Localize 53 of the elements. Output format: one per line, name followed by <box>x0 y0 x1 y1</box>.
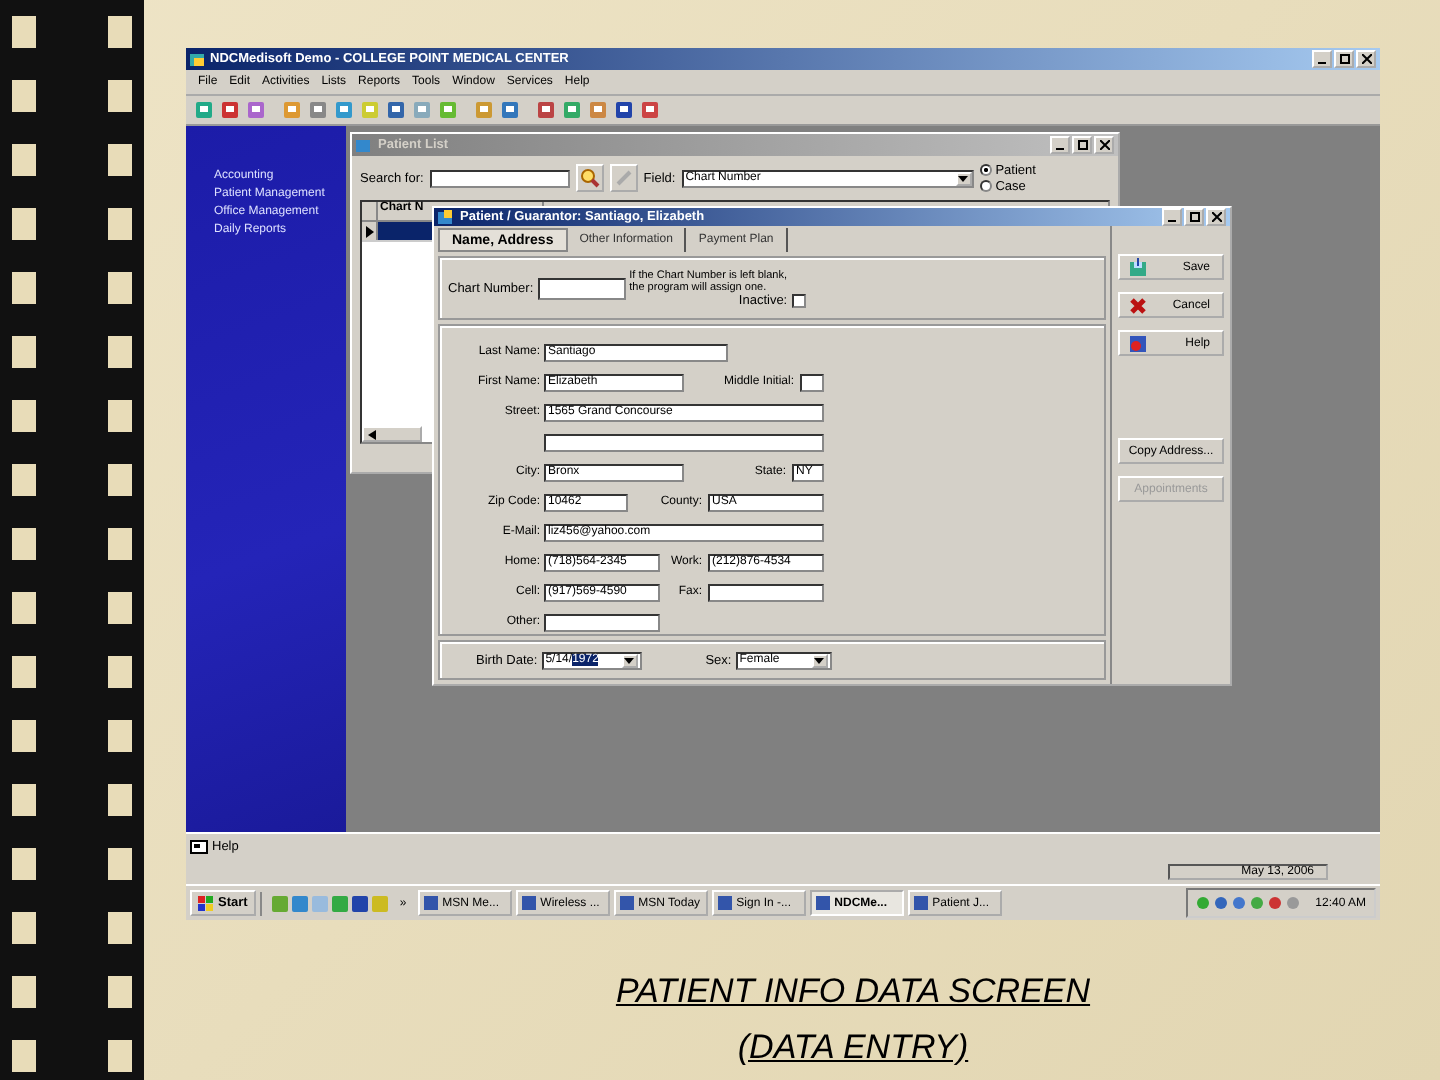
program-icon <box>620 896 635 910</box>
toolbar-button[interactable] <box>384 98 408 122</box>
close-icon <box>1211 212 1221 222</box>
input-field[interactable] <box>544 613 660 631</box>
program-icon <box>914 896 929 910</box>
caret-icon <box>624 657 635 663</box>
toolbar-button[interactable] <box>498 98 522 122</box>
maximize-button[interactable] <box>1184 208 1204 226</box>
program-icon <box>522 896 537 910</box>
window-icon <box>438 209 454 225</box>
toolbar-button[interactable] <box>244 98 268 122</box>
search-button[interactable] <box>575 164 604 192</box>
maximize-icon <box>1339 54 1349 64</box>
toolbar-button[interactable] <box>638 98 662 122</box>
help-icon <box>190 839 208 853</box>
dropdown-button[interactable] <box>811 653 828 667</box>
input-field[interactable] <box>708 583 824 601</box>
dropdown-button[interactable] <box>955 171 972 185</box>
toolbar-button[interactable] <box>534 98 558 122</box>
toolbar-button[interactable] <box>612 98 636 122</box>
slide-caption: (DATA ENTRY) <box>737 1026 969 1070</box>
close-button[interactable] <box>1206 208 1226 226</box>
caret-icon <box>814 657 825 663</box>
minimize-button[interactable] <box>1162 208 1182 226</box>
dropdown-button[interactable] <box>621 653 638 667</box>
minimize-button[interactable] <box>1312 50 1332 68</box>
toolbar-button[interactable] <box>218 98 242 122</box>
close-button[interactable] <box>1356 50 1376 68</box>
close-icon <box>1099 140 1109 150</box>
program-icon <box>718 896 733 910</box>
chart-number-field[interactable] <box>537 277 626 299</box>
horizontal-scrollbar[interactable] <box>362 426 422 442</box>
program-icon <box>816 896 831 910</box>
close-icon <box>1361 54 1371 64</box>
input-field[interactable] <box>800 373 824 391</box>
search-field[interactable] <box>429 169 570 187</box>
row-pointer-icon <box>365 225 373 237</box>
program-icon <box>424 896 439 910</box>
slide-caption: PATIENT INFO DATA SCREEN <box>615 970 1091 1014</box>
maximize-icon <box>1077 140 1087 150</box>
pencil-icon <box>613 168 634 188</box>
cross-icon <box>1128 295 1148 315</box>
magnifier-icon <box>579 168 600 188</box>
maximize-icon <box>1189 212 1199 222</box>
maximize-button[interactable] <box>1334 50 1354 68</box>
input-field[interactable] <box>544 433 824 451</box>
scroll-left-icon <box>368 429 376 439</box>
windows-logo-icon <box>198 895 214 911</box>
help-book-icon <box>1128 333 1148 353</box>
window-icon <box>356 137 372 153</box>
caret-icon <box>958 175 969 181</box>
toolbar-button[interactable] <box>306 98 330 122</box>
app-icon <box>190 51 206 67</box>
